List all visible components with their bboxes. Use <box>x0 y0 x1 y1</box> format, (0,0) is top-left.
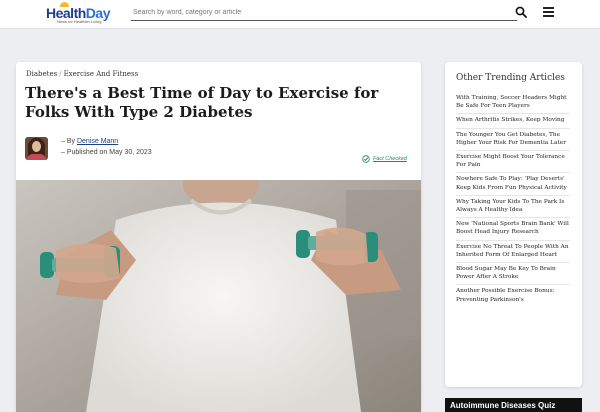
search-icon[interactable] <box>515 6 527 18</box>
trending-list: With Training, Soccer Headers Might Be S… <box>456 92 570 307</box>
check-circle-icon <box>362 155 370 163</box>
hamburger-menu-icon[interactable] <box>543 7 554 17</box>
hero-illustration <box>16 180 421 412</box>
trending-heading: Other Trending Articles <box>456 73 565 83</box>
trending-item[interactable]: Nowhere Safe To Play: 'Play Deserts' Kee… <box>456 173 570 196</box>
menu-bar-middle <box>543 11 554 13</box>
author-avatar[interactable] <box>25 137 48 160</box>
fact-checked-label: Fact Checked <box>373 156 407 162</box>
trending-item[interactable]: Blood Sugar May Be Key To Brain Power Af… <box>456 263 570 286</box>
avatar-shirt <box>27 154 46 160</box>
avatar-face <box>32 141 41 152</box>
byline: – By Denise Mann <box>61 138 118 145</box>
hero-image <box>16 180 421 412</box>
fact-checked-badge[interactable]: Fact Checked <box>362 155 407 163</box>
breadcrumb-diabetes[interactable]: Diabetes <box>26 70 57 78</box>
byline-prefix: – By <box>61 138 77 145</box>
author-link[interactable]: Denise Mann <box>77 138 118 145</box>
site-header: HealthDay News for Healthier Living <box>0 0 600 29</box>
breadcrumb-separator: / <box>59 70 62 78</box>
trending-item[interactable]: Another Possible Exercise Bonus: Prevent… <box>456 285 570 306</box>
trending-item[interactable]: When Arthritis Strikes, Keep Moving <box>456 114 570 129</box>
logo-tagline: News for Healthier Living <box>57 19 102 24</box>
autoimmune-quiz-banner[interactable]: Autoimmune Diseases Quiz <box>445 398 582 412</box>
trending-item[interactable]: Why Taking Your Kids To The Park Is Alwa… <box>456 196 570 219</box>
breadcrumb: Diabetes / Exercise And Fitness <box>26 70 138 78</box>
right-fist <box>316 227 368 266</box>
article-card: Diabetes / Exercise And Fitness There's a … <box>16 62 421 412</box>
published-date: – Published on May 30, 2023 <box>61 149 152 156</box>
healthday-logo[interactable]: HealthDay News for Healthier Living <box>46 2 121 26</box>
trending-item[interactable]: The Younger You Get Diabetes, The Higher… <box>456 129 570 152</box>
trending-sidebar: Other Trending Articles With Training, S… <box>445 62 582 387</box>
trending-item[interactable]: Exercise Might Boost Your Tolerance For … <box>456 151 570 174</box>
breadcrumb-exercise-fitness[interactable]: Exercise And Fitness <box>64 70 139 78</box>
trending-item[interactable]: New 'National Sports Brain Bank' Will Bo… <box>456 218 570 241</box>
left-fist <box>56 243 120 283</box>
menu-bar-top <box>543 7 554 9</box>
article-title: There's a Best Time of Day to Exercise f… <box>25 84 379 121</box>
trending-item[interactable]: Exercise No Threat To People With An Inh… <box>456 241 570 264</box>
search-bar <box>131 3 517 21</box>
trending-item[interactable]: With Training, Soccer Headers Might Be S… <box>456 92 570 115</box>
menu-bar-bottom <box>543 15 554 17</box>
search-input[interactable] <box>133 6 503 19</box>
